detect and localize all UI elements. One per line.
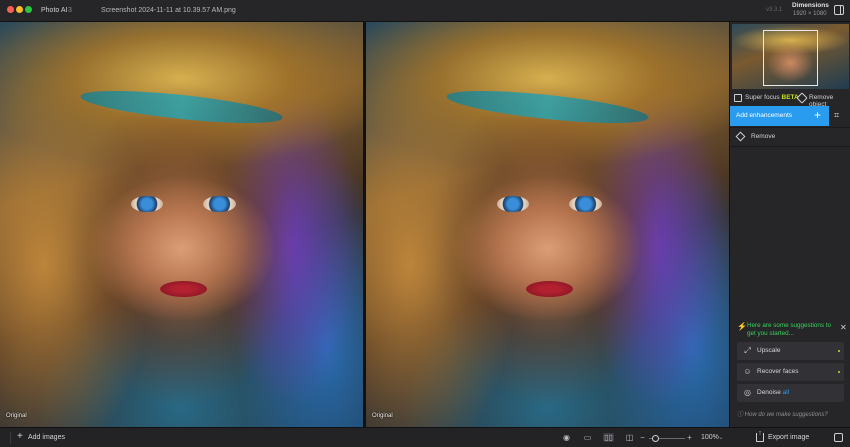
remove-button[interactable]: Remove (751, 133, 775, 140)
ai-tag: all (782, 389, 790, 396)
dimensions-title: Dimensions (792, 2, 829, 9)
zoom-out-icon[interactable]: − (638, 433, 647, 442)
suggestion-label: Recover faces (757, 368, 799, 375)
preview-image: Original (366, 22, 729, 427)
zoom-in-icon[interactable]: + (685, 433, 694, 442)
lightning-icon: ⚡ (737, 322, 747, 331)
suggestion-upscale[interactable]: ⤢ Upscale (737, 342, 844, 360)
dimensions-value: 1920 × 1080 (793, 11, 827, 17)
app-version: 3 (68, 7, 72, 14)
how-suggestions-label: How do we make suggestions? (744, 412, 828, 418)
denoise-icon: ◎ (744, 388, 751, 397)
eraser-icon[interactable] (735, 131, 746, 142)
super-focus-icon[interactable] (734, 94, 742, 102)
sidebar-toggle-icon[interactable] (834, 5, 844, 15)
zoom-window-button[interactable] (25, 6, 32, 13)
file-name: Screenshot 2024-11-11 at 10.39.57 AM.png (101, 7, 236, 14)
title-bar: Photo AI 3 Screenshot 2024-11-11 at 10.3… (0, 0, 850, 22)
chevron-down-icon[interactable]: ⌄ (718, 433, 724, 441)
add-images-button[interactable]: Add images (28, 434, 65, 441)
build-version: v3.3.1 (766, 7, 783, 13)
original-image: Original (0, 22, 363, 427)
portrait-painting (0, 22, 363, 427)
super-focus-label: Super focus (745, 94, 780, 101)
suggestion-indicator (838, 350, 840, 352)
export-image-button[interactable]: Export image (768, 434, 809, 441)
navigator-viewport-frame[interactable] (763, 30, 818, 86)
suggestions-header: Here are some suggestions to get you sta… (747, 322, 832, 337)
crop-icon[interactable]: ⌗ (834, 110, 839, 121)
divider (10, 432, 11, 444)
face-icon: ☺ (743, 367, 752, 376)
add-enhancements-button[interactable]: Add enhancements + (730, 106, 829, 126)
bottom-toolbar: + Add images ◉ ▭ ▯▯ ◫ − + 100% ⌄ ↑ Expor… (0, 427, 850, 447)
divider (730, 127, 850, 128)
plus-icon[interactable]: + (17, 431, 23, 442)
export-icon[interactable] (756, 433, 764, 442)
divider (730, 146, 850, 147)
suggestion-label: Upscale (757, 347, 781, 354)
eye-icon[interactable]: ◉ (561, 433, 572, 442)
suggestion-denoise[interactable]: ◎ Denoise all (737, 384, 844, 402)
plus-icon: + (814, 108, 822, 122)
portrait-painting (366, 22, 729, 427)
zoom-value[interactable]: 100% (701, 434, 719, 441)
close-suggestions-icon[interactable]: ✕ (840, 323, 847, 332)
tool-row: Super focus BETA Remove object (730, 91, 850, 108)
image-viewer[interactable]: Original Original (0, 22, 729, 427)
app-name: Photo AI (41, 7, 68, 14)
right-image-caption: Original (372, 413, 393, 419)
suggestion-label: Denoise (757, 389, 781, 396)
expand-arrows-icon: ⤢ (744, 346, 751, 355)
add-enhancements-label: Add enhancements (736, 112, 793, 119)
close-window-button[interactable] (7, 6, 14, 13)
zoom-slider-handle[interactable] (651, 435, 659, 442)
split-view-icon[interactable]: ◫ (624, 433, 635, 442)
how-suggestions-link[interactable]: ⓘ How do we make suggestions? (737, 409, 828, 418)
suggestion-label-wrap: Denoise all (757, 389, 789, 396)
navigator-thumbnail[interactable] (732, 24, 849, 89)
suggestion-recover-faces[interactable]: ☺ Recover faces (737, 363, 844, 381)
left-image-caption: Original (6, 413, 27, 419)
minimize-window-button[interactable] (16, 6, 23, 13)
single-view-icon[interactable]: ▭ (582, 433, 593, 442)
super-focus-button[interactable]: Super focus BETA (745, 94, 799, 101)
right-panel: Super focus BETA Remove object Add enhan… (729, 22, 850, 427)
suggestion-indicator (838, 371, 840, 373)
side-by-side-icon[interactable]: ▯▯ (603, 433, 614, 442)
open-external-icon[interactable] (834, 433, 843, 442)
